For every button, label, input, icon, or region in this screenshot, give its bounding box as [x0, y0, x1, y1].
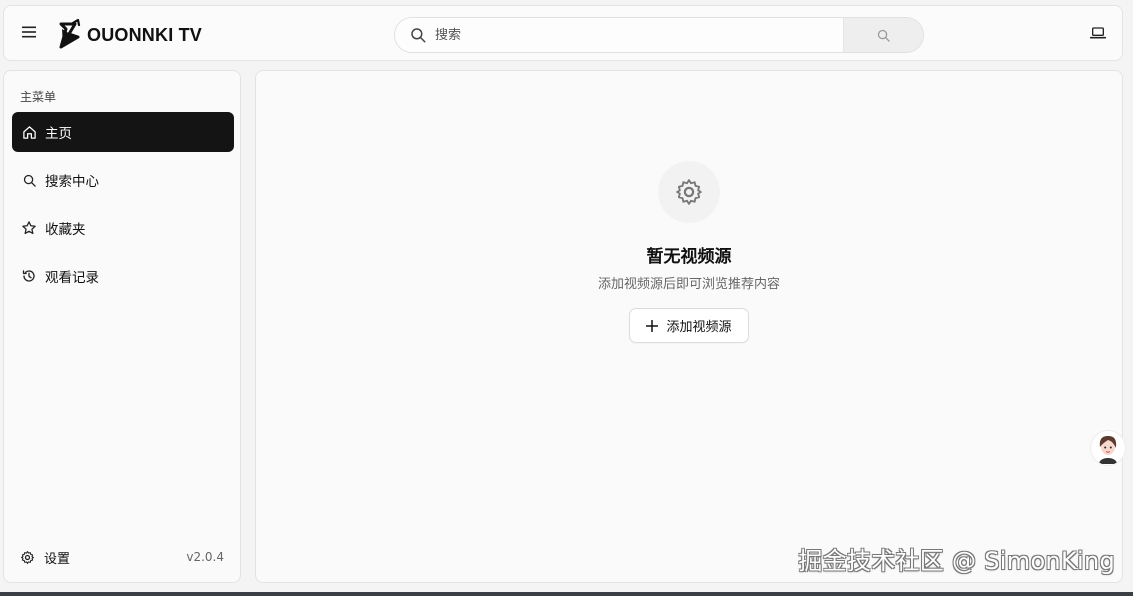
search-icon	[407, 24, 429, 46]
laptop-icon	[1090, 27, 1106, 39]
plus-icon	[646, 319, 659, 332]
settings-label: 设置	[44, 551, 71, 567]
gear-icon	[676, 179, 702, 205]
device-button[interactable]	[1088, 23, 1108, 43]
hamburger-icon	[22, 26, 36, 38]
star-icon	[21, 220, 37, 236]
version-label: v2.0.4	[186, 550, 224, 564]
main-content: 暂无视频源 添加视频源后即可浏览推荐内容 添加视频源	[255, 70, 1123, 583]
sidebar: 主菜单 主页 搜索中心 收藏夹 观看记录 设置 v2.0.4	[3, 70, 241, 583]
sidebar-item-history[interactable]: 观看记录	[12, 256, 234, 296]
search-bar	[394, 17, 924, 53]
sidebar-item-label: 收藏夹	[45, 222, 86, 238]
search-field	[395, 18, 844, 52]
app-window: OUONNKI TV 搜索 主菜单 主页 搜索中心 收藏夹 观看记录 设置 v2…	[0, 0, 1133, 596]
add-video-source-label: 添加视频源	[666, 319, 732, 334]
sidebar-section-label: 主菜单	[20, 90, 57, 104]
sidebar-item-favorites[interactable]: 收藏夹	[12, 208, 234, 248]
empty-state-title: 暂无视频源	[646, 247, 732, 267]
sidebar-nav: 主页 搜索中心 收藏夹 观看记录	[12, 112, 234, 304]
top-bar: OUONNKI TV	[3, 5, 1123, 61]
search-input[interactable]	[429, 20, 843, 50]
add-video-source-button[interactable]: 添加视频源	[629, 308, 749, 343]
app-title: OUONNKI TV	[87, 25, 203, 45]
search-icon	[21, 172, 37, 188]
menu-button[interactable]	[18, 21, 40, 43]
home-icon	[21, 124, 37, 140]
gear-icon	[21, 550, 34, 564]
sidebar-item-search[interactable]: 搜索中心	[12, 160, 234, 200]
empty-state-subtitle: 添加视频源后即可浏览推荐内容	[597, 277, 780, 292]
sidebar-item-label: 主页	[45, 126, 72, 142]
assistant-avatar-button[interactable]	[1091, 431, 1125, 465]
sidebar-footer: 设置 v2.0.4	[20, 547, 224, 567]
assistant-avatar-icon	[1091, 431, 1125, 465]
sidebar-item-label: 观看记录	[45, 270, 99, 286]
window-bottom-strip	[0, 592, 1133, 596]
search-submit-button[interactable]	[844, 18, 923, 52]
brand[interactable]: OUONNKI TV	[57, 16, 202, 52]
cat-play-logo-icon	[59, 19, 81, 49]
sidebar-item-home[interactable]: 主页	[12, 112, 234, 152]
sidebar-item-label: 搜索中心	[45, 174, 99, 190]
search-icon	[877, 29, 890, 42]
history-icon	[21, 268, 37, 284]
empty-state-icon-wrap	[658, 161, 720, 223]
watermark-text: 掘金技术社区 @ SimonKing	[798, 547, 1115, 575]
settings-button[interactable]: 设置	[20, 548, 70, 567]
